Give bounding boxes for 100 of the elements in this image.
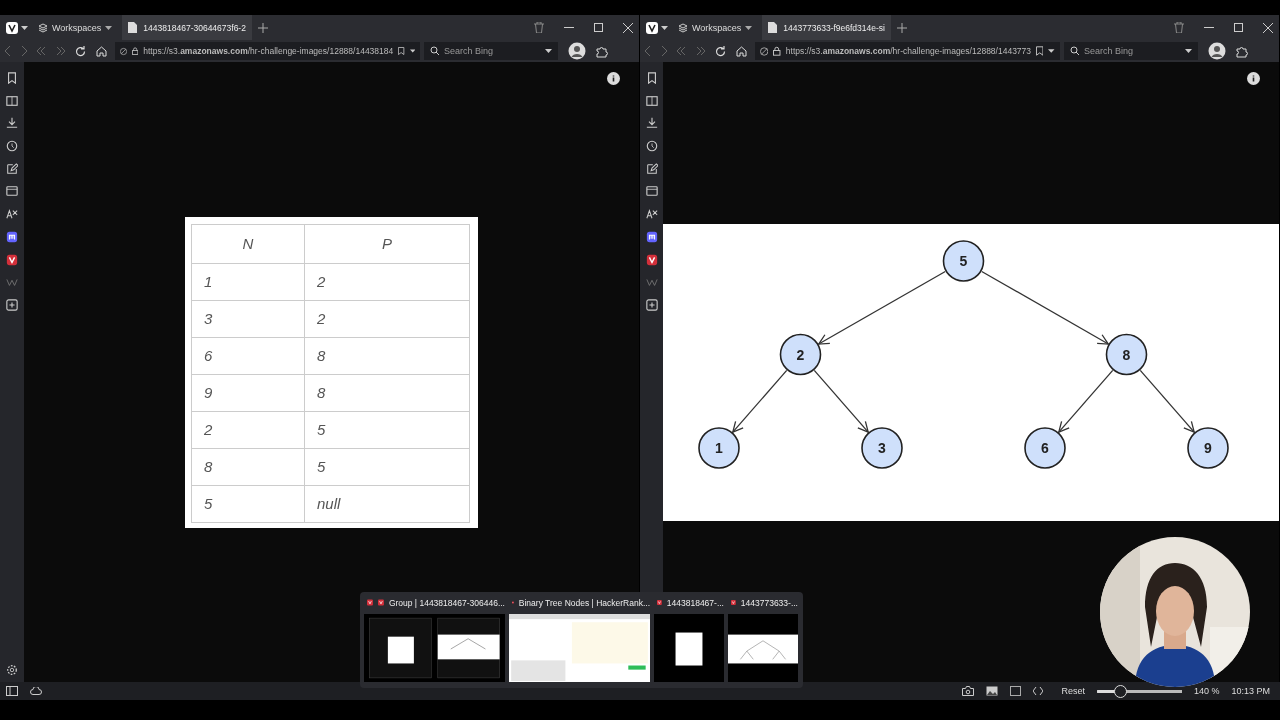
translate-icon[interactable] (645, 208, 658, 221)
extensions-icon[interactable] (1236, 44, 1249, 58)
tab-preview-title[interactable]: Binary Tree Nodes | HackerRank... (518, 597, 650, 608)
mastodon-icon[interactable] (645, 230, 658, 243)
table-cell: 8 (304, 374, 470, 411)
tree-edge (1057, 369, 1114, 433)
fast-forward-icon[interactable] (56, 47, 65, 55)
table-cell: 2 (304, 300, 470, 337)
node-label: 2 (796, 346, 805, 362)
tab-preview-title[interactable]: Group | 1443818467-306446... (388, 597, 505, 608)
profile-icon[interactable] (1208, 42, 1226, 60)
reload-icon[interactable] (715, 45, 726, 57)
rewind-icon[interactable] (677, 47, 686, 55)
wikipedia-icon[interactable] (6, 276, 18, 289)
table-cell: 8 (191, 448, 305, 485)
camera-icon[interactable] (962, 686, 975, 696)
add-panel-icon[interactable] (6, 298, 18, 311)
caret-icon[interactable] (545, 49, 552, 53)
caret-icon[interactable] (1185, 49, 1192, 53)
back-icon[interactable] (645, 46, 651, 56)
forward-icon[interactable] (21, 46, 27, 56)
slider-thumb[interactable] (1113, 684, 1127, 698)
node-label: 6 (1041, 439, 1049, 456)
tab-thumbnail[interactable] (509, 614, 650, 682)
mastodon-icon[interactable] (6, 230, 18, 243)
notes-icon[interactable] (645, 162, 658, 175)
search-icon[interactable] (1070, 46, 1080, 56)
home-icon[interactable] (96, 45, 107, 57)
window-icon[interactable] (1010, 686, 1022, 696)
add-panel-icon[interactable] (645, 298, 658, 311)
panel-toggle-icon[interactable] (6, 686, 18, 696)
caret-icon[interactable] (661, 25, 668, 30)
tab-thumbnail[interactable] (654, 614, 724, 682)
home-icon[interactable] (736, 45, 747, 57)
maximize-icon[interactable] (1234, 23, 1243, 32)
search-field[interactable]: Search Bing (1064, 42, 1198, 60)
tracker-block-icon[interactable] (120, 46, 128, 56)
browser-menu-button[interactable] (646, 21, 668, 34)
code-icon[interactable] (1033, 687, 1044, 695)
tree-node (1187, 426, 1229, 469)
info-icon[interactable] (607, 72, 620, 85)
search-icon[interactable] (430, 46, 440, 56)
bookmark-icon[interactable] (398, 46, 405, 56)
address-field[interactable]: https://s3.amazonaws.com/hr-challenge-images/12888/1443773 (755, 42, 1060, 60)
panels-icon[interactable] (645, 94, 658, 107)
workspaces-button[interactable]: Workspaces (34, 22, 117, 33)
workspaces-button[interactable]: Workspaces (674, 22, 757, 33)
trash-icon[interactable] (1174, 22, 1184, 33)
settings-icon[interactable] (6, 664, 18, 676)
vivaldi-icon[interactable] (645, 253, 658, 266)
bookmark-icon[interactable] (1036, 46, 1044, 56)
caret-icon[interactable] (1048, 49, 1055, 53)
cloud-icon[interactable] (30, 687, 42, 695)
tree-node (861, 426, 903, 469)
tab-preview-title[interactable]: 1443773633-... (740, 597, 798, 608)
close-icon[interactable] (1263, 22, 1273, 33)
window-icon[interactable] (645, 185, 658, 198)
fast-forward-icon[interactable] (696, 47, 705, 55)
window-icon[interactable] (6, 185, 18, 198)
new-tab-icon[interactable] (897, 22, 907, 33)
tree-node (779, 333, 822, 375)
lock-icon[interactable] (132, 46, 139, 56)
wikipedia-icon[interactable] (645, 276, 658, 289)
new-tab-icon[interactable] (257, 22, 268, 33)
forward-icon[interactable] (661, 46, 667, 56)
tab-preview-title[interactable]: 1443818467-... (666, 597, 724, 608)
tab-thumbnail[interactable] (364, 614, 505, 682)
history-icon[interactable] (645, 140, 658, 153)
close-icon[interactable] (623, 22, 633, 33)
caret-icon[interactable] (409, 49, 415, 53)
rewind-icon[interactable] (37, 47, 46, 55)
history-icon[interactable] (6, 140, 18, 153)
reset-button[interactable]: Reset (1061, 686, 1085, 696)
browser-tab[interactable]: 1443773633-f9e6fd314e-si (762, 15, 891, 40)
tracker-block-icon[interactable] (760, 46, 769, 56)
browser-tab[interactable]: 1443818467-30644673f6-2 (122, 15, 252, 40)
tab-thumbnail[interactable] (728, 614, 798, 682)
translate-icon[interactable] (6, 208, 18, 221)
caret-icon[interactable] (21, 25, 28, 30)
info-icon[interactable] (1247, 72, 1260, 85)
trash-icon[interactable] (534, 22, 544, 33)
back-icon[interactable] (5, 46, 11, 56)
lock-icon[interactable] (773, 46, 781, 56)
search-field[interactable]: Search Bing (424, 42, 558, 60)
browser-menu-button[interactable] (6, 21, 28, 34)
panels-icon[interactable] (6, 94, 18, 107)
download-icon[interactable] (6, 117, 18, 130)
vivaldi-icon[interactable] (6, 253, 18, 266)
table-cell: 3 (191, 300, 305, 337)
column-header: N (191, 224, 305, 263)
bookmark-icon[interactable] (6, 72, 18, 84)
profile-icon[interactable] (568, 42, 586, 60)
address-field[interactable]: https://s3.amazonaws.com/hr-challenge-images/12888/14438184 (115, 42, 420, 60)
download-icon[interactable] (645, 117, 658, 130)
notes-icon[interactable] (6, 162, 18, 175)
maximize-icon[interactable] (594, 23, 603, 32)
image-icon[interactable] (986, 686, 999, 696)
reload-icon[interactable] (75, 45, 86, 57)
extensions-icon[interactable] (596, 44, 609, 58)
bookmark-icon[interactable] (645, 72, 658, 84)
